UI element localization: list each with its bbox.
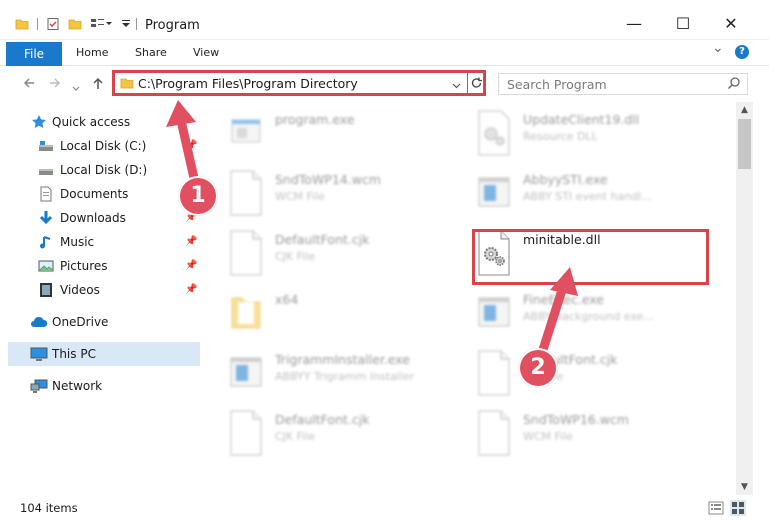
annotation-marker-1: 1 [178,176,218,216]
annotation-arrows [166,100,578,364]
item-count: 104 items [20,501,78,515]
large-icons-view-icon[interactable] [730,500,746,516]
status-bar: 104 items [0,495,769,531]
details-view-icon[interactable] [708,500,724,516]
annotation-marker-2: 2 [518,348,558,388]
